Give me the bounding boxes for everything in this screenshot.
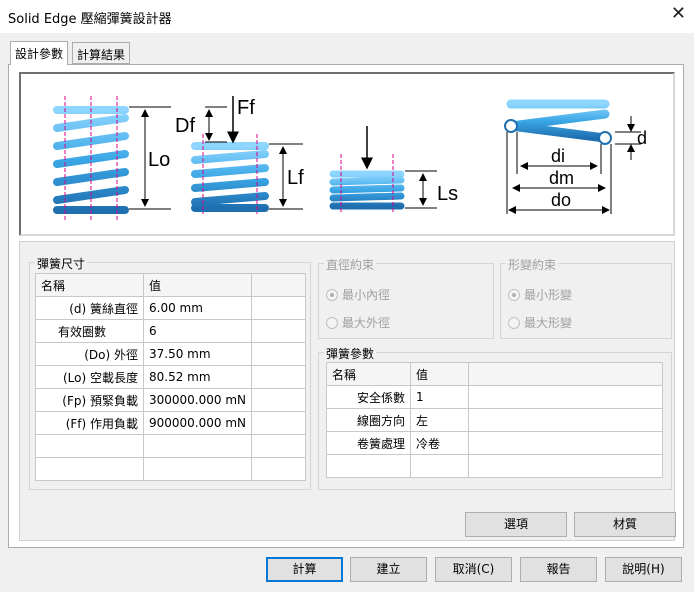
calculate-button[interactable]: 計算: [266, 557, 343, 582]
tab-label: 計算結果: [77, 48, 126, 62]
table-row-empty[interactable]: [35, 434, 306, 458]
row-name: (Lo) 空載長度: [35, 365, 144, 389]
label-df: Df: [175, 115, 195, 137]
table-row[interactable]: (d) 簧絲直徑 6.00 mm: [35, 296, 306, 320]
table-header-row: 名稱 值: [326, 362, 663, 386]
row-extra: [251, 388, 306, 412]
radio-dot: [326, 288, 338, 301]
radio-label: 最小形變: [524, 288, 573, 302]
row-value[interactable]: 冷卷: [410, 431, 469, 455]
options-button[interactable]: 選項: [465, 512, 567, 537]
row-extra: [251, 296, 306, 320]
label-lf: Lf: [287, 167, 304, 189]
solid-spring: Ls: [329, 126, 458, 214]
row-value[interactable]: 37.50 mm: [143, 342, 252, 366]
table-row[interactable]: 安全係數 1: [326, 385, 663, 409]
column-header-extra: [468, 362, 663, 386]
row-name: (Fp) 預緊負載: [35, 388, 144, 412]
radio-max-outer-diameter[interactable]: 最大外徑: [326, 314, 390, 331]
spring-size-title: 彈簧尺寸: [35, 255, 88, 272]
tab-label: 設計參數: [15, 47, 64, 61]
table-row[interactable]: 線圈方向左: [326, 408, 663, 432]
report-button[interactable]: 報告: [520, 557, 597, 582]
row-extra: [251, 365, 306, 389]
spring-diagram-svg: Lo Df Ff Lf Ls di dm do d: [53, 96, 647, 220]
tab-design-parameters[interactable]: 設計參數: [10, 41, 69, 65]
table-row[interactable]: (Ff) 作用負載 900000.000 mN: [35, 411, 306, 435]
radio-dot: [508, 316, 520, 329]
cancel-button[interactable]: 取消(C): [435, 557, 512, 582]
radio-max-deformation[interactable]: 最大形變: [508, 314, 572, 331]
spring-params-table[interactable]: 名稱 值 安全係數 1 線圈方向左 卷簧處理 冷卷: [326, 362, 663, 478]
free-spring: Lo: [53, 96, 171, 220]
label-dm: dm: [549, 168, 574, 188]
label-ls: Ls: [437, 183, 458, 205]
row-name: 安全係數: [326, 385, 411, 409]
diameter-spring: di dm do d: [504, 99, 647, 214]
radio-dot: [508, 288, 520, 301]
table-row[interactable]: 有效圈數 6: [35, 319, 306, 343]
radio-dot: [326, 316, 338, 329]
table-row[interactable]: (Do) 外徑 37.50 mm: [35, 342, 306, 366]
row-name: (Ff) 作用負載: [35, 411, 144, 435]
table-row[interactable]: (Fp) 預緊負載 300000.000 mN: [35, 388, 306, 412]
row-value[interactable]: 80.52 mm: [143, 365, 252, 389]
table-row-empty[interactable]: [326, 454, 663, 478]
column-header-name: 名稱: [326, 362, 411, 386]
row-value[interactable]: 300000.000 mN: [143, 388, 252, 412]
column-header-value: 值: [143, 273, 252, 297]
label-d: d: [637, 128, 647, 148]
table-row[interactable]: (Lo) 空載長度 80.52 mm: [35, 365, 306, 389]
row-extra: [251, 342, 306, 366]
create-button[interactable]: 建立: [350, 557, 427, 582]
radio-label: 最小內徑: [342, 288, 391, 302]
row-value[interactable]: 6: [143, 319, 252, 343]
row-value[interactable]: 900000.000 mN: [143, 411, 252, 435]
label-do: do: [551, 190, 571, 210]
deform-constraint-title: 形變約束: [506, 256, 559, 273]
radio-min-deformation[interactable]: 最小形變: [508, 286, 572, 303]
row-value[interactable]: 左: [410, 408, 469, 432]
row-name: (d) 簧絲直徑: [35, 296, 144, 320]
row-name: (Do) 外徑: [35, 342, 144, 366]
table-row-empty[interactable]: [35, 457, 306, 481]
column-header-name: 名稱: [35, 273, 144, 297]
diameter-constraint-title: 直徑約束: [324, 256, 377, 273]
preloaded-spring: Df Ff Lf: [175, 96, 304, 214]
row-name: 有效圈數: [35, 319, 144, 343]
row-value[interactable]: 1: [410, 385, 469, 409]
spring-diagram: Lo Df Ff Lf Ls di dm do d: [19, 72, 675, 236]
row-name: 線圈方向: [326, 408, 411, 432]
label-ff: Ff: [237, 97, 255, 119]
radio-min-inner-diameter[interactable]: 最小內徑: [326, 286, 390, 303]
row-extra: [251, 411, 306, 435]
row-extra: [251, 319, 306, 343]
label-di: di: [551, 146, 565, 166]
title-bar: Solid Edge 壓縮彈簧設計器 ✕: [0, 0, 694, 33]
table-row[interactable]: 卷簧處理 冷卷: [326, 431, 663, 455]
spring-params-title: 彈簧參數: [324, 345, 377, 362]
tab-calculation-results[interactable]: 計算結果: [72, 42, 131, 64]
column-header-value: 值: [410, 362, 469, 386]
label-lo: Lo: [148, 149, 170, 171]
radio-label: 最大形變: [524, 316, 573, 330]
close-icon[interactable]: ✕: [671, 4, 686, 24]
column-header-extra: [251, 273, 306, 297]
material-button[interactable]: 材質: [574, 512, 676, 537]
window-title: Solid Edge 壓縮彈簧設計器: [8, 12, 172, 27]
row-value[interactable]: 6.00 mm: [143, 296, 252, 320]
help-button[interactable]: 說明(H): [605, 557, 682, 582]
radio-label: 最大外徑: [342, 316, 391, 330]
row-name: 卷簧處理: [326, 431, 411, 455]
table-header-row: 名稱 值: [35, 273, 306, 297]
spring-size-table[interactable]: 名稱 值 (d) 簧絲直徑 6.00 mm 有效圈數 6 (Do) 外徑 37.50 …: [35, 273, 306, 481]
